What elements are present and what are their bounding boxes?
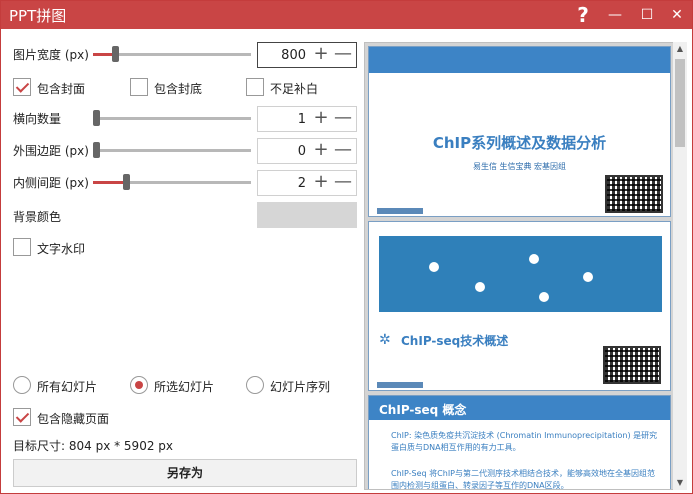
slide-header-band: ChIP-seq 概念 — [369, 396, 670, 420]
slide-bullet-icon: ✲ — [379, 332, 391, 348]
window-title: PPT拼图 — [9, 7, 67, 25]
image-width-slider-thumb[interactable] — [111, 46, 119, 62]
include-back-checkbox[interactable] — [130, 78, 148, 96]
slide-header-band — [369, 47, 670, 73]
inner-spacing-input[interactable]: 2 + — — [257, 170, 357, 196]
no-fill-checkbox[interactable] — [246, 78, 264, 96]
slide-thumbnail: ChIP-seq 概念 ChIP: 染色质免疫共沉淀技术 (Chromatin … — [368, 395, 671, 490]
include-cover-checkbox[interactable] — [13, 78, 31, 96]
include-cover-label: 包含封面 — [37, 82, 86, 96]
decrease-icon[interactable]: — — [332, 139, 354, 163]
image-width-slider-fill — [93, 53, 112, 56]
image-width-label: 图片宽度 (px) — [13, 48, 89, 62]
inner-spacing-slider[interactable] — [93, 174, 251, 190]
selected-slides-label: 所选幻灯片 — [154, 380, 215, 394]
decrease-icon[interactable]: — — [332, 43, 354, 67]
slide-sequence-label: 幻灯片序列 — [270, 380, 331, 394]
inner-spacing-slider-fill — [93, 181, 124, 184]
increase-icon[interactable]: + — [310, 43, 332, 67]
slide-sequence-radio[interactable] — [246, 376, 264, 394]
save-as-button[interactable]: 另存为 — [13, 459, 357, 487]
outer-margin-label: 外围边距 (px) — [13, 144, 89, 158]
maximize-icon[interactable]: ☐ — [631, 1, 663, 29]
outer-margin-value[interactable]: 0 — [298, 144, 306, 159]
app-window: PPT拼图 ? — ☐ ✕ 图片宽度 (px) 800 + — 包含封面 包含封… — [0, 0, 693, 494]
inner-spacing-row: 内侧间距 (px) 2 + — — [13, 170, 357, 196]
text-watermark-label: 文字水印 — [37, 242, 86, 256]
horizontal-count-value[interactable]: 1 — [298, 112, 306, 127]
slide-paragraph: ChIP: 染色质免疫共沉淀技术 (Chromatin Immunoprecip… — [391, 431, 658, 452]
preview-scrollbar[interactable]: ▲ ▼ — [673, 42, 687, 490]
include-back-label: 包含封底 — [154, 82, 203, 96]
preview-pane[interactable]: ChIP系列概述及数据分析 易生信 生信宝典 宏基因组 ✲ ChIP-seq技术… — [364, 42, 674, 490]
slide-paragraph: ChIP-Seq 将ChIP与第二代测序技术相结合技术，能够高效地在全基因组范围… — [391, 469, 656, 490]
title-bar: PPT拼图 ? — ☐ ✕ — [1, 1, 692, 29]
slide-thumbnail: ✲ ChIP-seq技术概述 — [368, 221, 671, 391]
slide-title: ChIP-seq技术概述 — [401, 334, 509, 348]
network-node-icon — [583, 272, 593, 282]
all-slides-radio[interactable] — [13, 376, 31, 394]
slide-subtitle: 易生信 生信宝典 宏基因组 — [472, 162, 567, 171]
include-hidden-checkbox[interactable] — [13, 408, 31, 426]
close-icon[interactable]: ✕ — [661, 1, 693, 29]
image-width-slider[interactable] — [93, 46, 251, 62]
inner-spacing-value[interactable]: 2 — [298, 176, 306, 191]
help-icon[interactable]: ? — [567, 1, 599, 29]
outer-margin-row: 外围边距 (px) 0 + — — [13, 138, 357, 164]
slide-thumbnail: ChIP系列概述及数据分析 易生信 生信宝典 宏基因组 — [368, 46, 671, 217]
horizontal-count-slider-thumb[interactable] — [93, 110, 100, 126]
image-width-value[interactable]: 800 — [281, 48, 306, 63]
network-node-icon — [529, 254, 539, 264]
world-map-image — [379, 236, 662, 312]
target-size-text: 目标尺寸: 804 px * 5902 px — [13, 439, 173, 453]
bg-color-swatch[interactable] — [257, 202, 357, 228]
network-node-icon — [475, 282, 485, 292]
outer-margin-slider-thumb[interactable] — [93, 142, 100, 158]
network-node-icon — [539, 292, 549, 302]
horizontal-count-row: 横向数量 1 + — — [13, 106, 357, 132]
increase-icon[interactable]: + — [310, 107, 332, 131]
qr-code-image — [603, 346, 661, 384]
slide-title: ChIP-seq 概念 — [379, 403, 467, 417]
minimize-icon[interactable]: — — [599, 1, 631, 29]
bg-color-label: 背景颜色 — [13, 210, 62, 224]
footer-logo — [377, 208, 423, 214]
inner-spacing-label: 内侧间距 (px) — [13, 176, 89, 190]
include-hidden-label: 包含隐藏页面 — [37, 412, 110, 426]
outer-margin-input[interactable]: 0 + — — [257, 138, 357, 164]
image-width-input[interactable]: 800 + — — [257, 42, 357, 68]
slide-title: ChIP系列概述及数据分析 — [432, 134, 607, 152]
footer-logo — [377, 382, 423, 388]
all-slides-label: 所有幻灯片 — [37, 380, 98, 394]
outer-margin-slider[interactable] — [93, 142, 251, 158]
text-watermark-checkbox[interactable] — [13, 238, 31, 256]
scroll-thumb[interactable] — [675, 59, 685, 147]
network-node-icon — [429, 262, 439, 272]
selected-slides-radio[interactable] — [130, 376, 148, 394]
scroll-up-icon[interactable]: ▲ — [673, 42, 687, 56]
qr-code-image — [605, 175, 663, 213]
increase-icon[interactable]: + — [310, 139, 332, 163]
decrease-icon[interactable]: — — [332, 171, 354, 195]
horizontal-count-slider[interactable] — [93, 110, 251, 126]
horizontal-count-label: 横向数量 — [13, 112, 62, 126]
no-fill-label: 不足补白 — [270, 82, 319, 96]
horizontal-count-input[interactable]: 1 + — — [257, 106, 357, 132]
decrease-icon[interactable]: — — [332, 107, 354, 131]
increase-icon[interactable]: + — [310, 171, 332, 195]
scroll-down-icon[interactable]: ▼ — [673, 476, 687, 490]
inner-spacing-slider-thumb[interactable] — [123, 174, 131, 190]
image-width-row: 图片宽度 (px) 800 + — — [13, 42, 357, 68]
